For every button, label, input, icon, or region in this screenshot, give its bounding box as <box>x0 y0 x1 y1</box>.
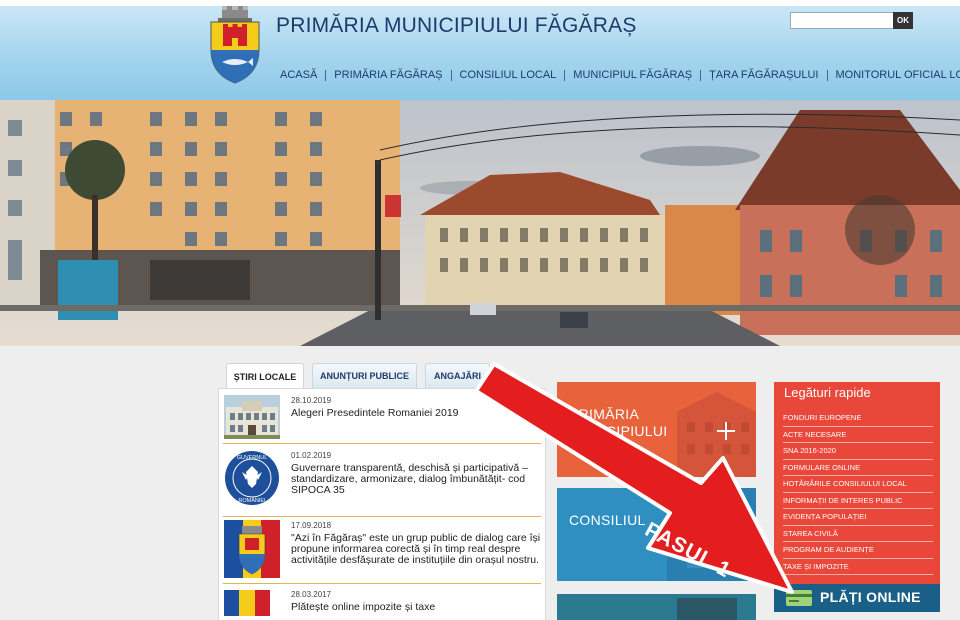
news-date: 28.10.2019 <box>291 396 332 405</box>
news-date: 01.02.2019 <box>291 451 332 460</box>
quick-link-sna[interactable]: SNA 2016-2020 <box>783 443 933 460</box>
seal-text-top: GUVERNUL <box>237 455 268 461</box>
news-title[interactable]: Plătește online impozite și taxe <box>291 602 541 613</box>
quick-link-hotararile-consiliului[interactable]: HOTĂRÂRILE CONSILIULUI LOCAL <box>783 476 933 493</box>
quick-link-starea-civila[interactable]: STAREA CIVILĂ <box>783 526 933 542</box>
nav-item-tara-fagarasului[interactable]: ȚARA FĂGĂRAȘULUI <box>701 68 826 82</box>
news-item[interactable]: GUVERNUL ROMÂNIEI 01.02.2019 Guvernare t… <box>219 444 545 516</box>
quick-link-formulare-online[interactable]: FORMULARE ONLINE <box>783 460 933 476</box>
news-title[interactable]: Guvernare transparentă, deschisă și part… <box>291 463 541 496</box>
search-input[interactable] <box>790 12 894 29</box>
tile-text-line: MUNICIPIULUI <box>569 423 668 439</box>
quick-link-program-audiente[interactable]: PROGRAM DE AUDIENȚE <box>783 542 933 559</box>
news-list: 28.10.2019 Alegeri Presedintele Romaniei… <box>218 388 546 620</box>
tab-angajari[interactable]: ANGAJĂRI <box>425 363 490 388</box>
tile-text-line: PRIMĂRIA <box>569 406 640 422</box>
tile-third[interactable] <box>557 594 756 620</box>
news-title[interactable]: Alegeri Presedintele Romaniei 2019 <box>291 408 541 419</box>
quick-link-evidenta-populatiei[interactable]: EVIDENȚA POPULAȚIEI <box>783 509 933 526</box>
site-title[interactable]: PRIMĂRIA MUNICIPIULUI FĂGĂRAȘ <box>276 14 637 38</box>
romania-flag-icon <box>224 590 270 616</box>
tile-photo-graphic <box>557 594 756 620</box>
tile-building-graphic <box>677 392 756 477</box>
quick-links-panel: Legături rapide FONDURI EUROPENE ACTE NE… <box>774 382 940 584</box>
quick-link-acte-necesare[interactable]: ACTE NECESARE <box>783 427 933 443</box>
building-thumbnail-icon <box>224 395 280 439</box>
online-payments-label[interactable]: PLĂȚI ONLINE <box>820 589 921 605</box>
tile-consiliul-text[interactable]: CONSILIUL <box>569 512 646 529</box>
search-ok-button[interactable]: OK <box>893 12 913 29</box>
guvernul-romaniei-seal-icon: GUVERNUL ROMÂNIEI <box>225 451 279 505</box>
nav-separator <box>325 69 327 81</box>
hero-town-photo <box>0 100 960 346</box>
nav-separator <box>450 69 452 81</box>
news-date: 28.03.2017 <box>291 590 332 599</box>
tile-text-line: FĂGĂRAȘ <box>569 440 639 456</box>
fagaras-coat-of-arms-flag-icon <box>224 520 280 578</box>
nav-item-monitorul-oficial[interactable]: MONITORUL OFICIAL LOCAL <box>828 68 960 82</box>
header-top-line <box>0 0 960 6</box>
tab-stiri-locale[interactable]: ȘTIRI LOCALE <box>226 363 304 389</box>
news-date: 17.09.2018 <box>291 521 332 530</box>
nav-item-primaria[interactable]: PRIMĂRIA FĂGĂRAȘ <box>326 68 450 82</box>
news-item[interactable]: 28.10.2019 Alegeri Presedintele Romaniei… <box>219 389 545 443</box>
site-header: PRIMĂRIA MUNICIPIULUI FĂGĂRAȘ ACASĂ PRIM… <box>0 0 960 100</box>
quick-link-fonduri-europene[interactable]: FONDURI EUROPENE <box>783 410 933 427</box>
main-navigation: ACASĂ PRIMĂRIA FĂGĂRAȘ CONSILIUL LOCAL M… <box>272 67 960 83</box>
nav-separator <box>826 69 828 81</box>
quick-links-title: Legături rapide <box>784 385 871 400</box>
nav-item-acasa[interactable]: ACASĂ <box>272 68 325 82</box>
nav-item-consiliul-local[interactable]: CONSILIUL LOCAL <box>452 68 565 82</box>
news-item[interactable]: 17.09.2018 "Azi în Făgăraș" este un grup… <box>219 517 545 583</box>
nav-separator <box>700 69 702 81</box>
news-title[interactable]: "Azi în Făgăraș" este un grup public de … <box>291 533 541 566</box>
news-item[interactable]: 28.03.2017 Plătește online impozite și t… <box>219 584 545 620</box>
online-payments-button[interactable]: PLĂȚI ONLINE <box>774 584 940 612</box>
quick-link-informatii-interes-public[interactable]: INFORMAȚII DE INTERES PUBLIC <box>783 493 933 509</box>
tile-primaria[interactable]: PRIMĂRIA MUNICIPIULUI FĂGĂRAȘ <box>557 382 756 477</box>
tab-anunturi-publice[interactable]: ANUNȚURI PUBLICE <box>312 363 417 388</box>
quick-links-list: FONDURI EUROPENE ACTE NECESARE SNA 2016-… <box>783 410 933 575</box>
nav-separator <box>564 69 566 81</box>
tile-primaria-text[interactable]: PRIMĂRIA MUNICIPIULUI FĂGĂRAȘ <box>569 406 668 457</box>
quick-link-taxe-impozite[interactable]: TAXE ȘI IMPOZITE <box>783 559 933 575</box>
card-payment-icon <box>786 590 812 606</box>
city-coat-of-arms-icon[interactable] <box>208 6 262 84</box>
plus-icon[interactable] <box>717 422 735 440</box>
nav-item-municipiul[interactable]: MUNICIPIUL FĂGĂRAȘ <box>565 68 700 82</box>
seal-text-bottom: ROMÂNIEI <box>238 497 266 504</box>
